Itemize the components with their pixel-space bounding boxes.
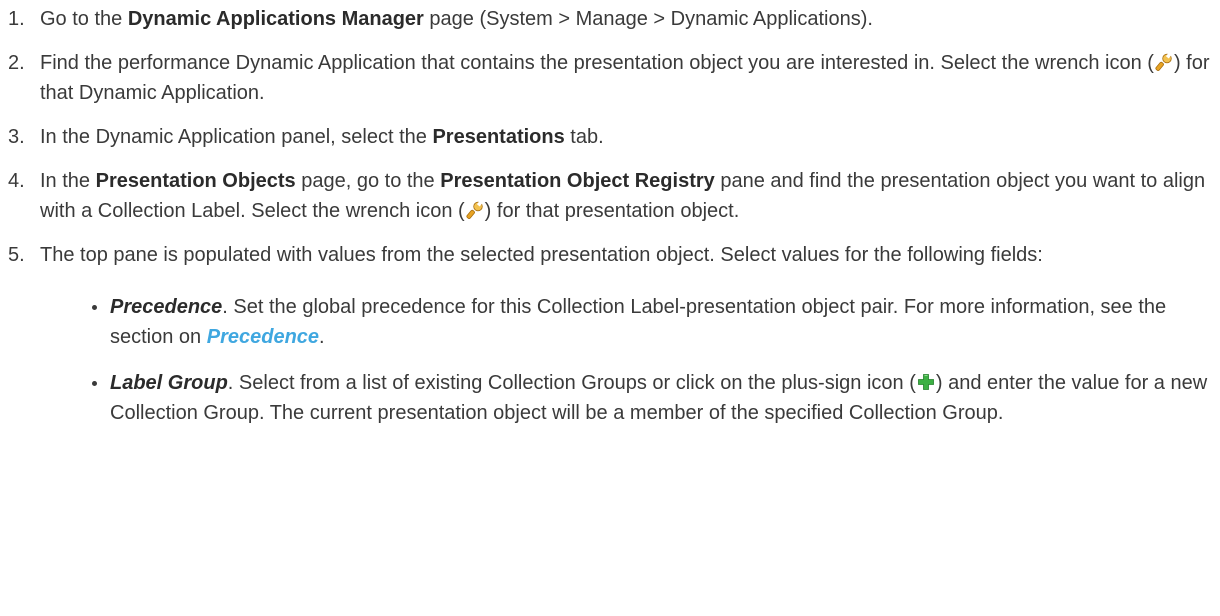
- tab-name: Presentations: [432, 126, 565, 148]
- step-number: 2.: [8, 52, 25, 74]
- step-number: 3.: [8, 126, 25, 148]
- step-2: 2. Find the performance Dynamic Applicat…: [0, 48, 1220, 108]
- step-text: In the Presentation Objects page, go to …: [40, 170, 1206, 222]
- wrench-icon: [1155, 53, 1173, 71]
- field-name: Label Group: [110, 372, 228, 394]
- field-item-label-group: Label Group. Select from a list of exist…: [40, 368, 1220, 428]
- step-5: 5. The top pane is populated with values…: [0, 240, 1220, 428]
- step-3: 3. In the Dynamic Application panel, sel…: [0, 122, 1220, 152]
- field-list: Precedence. Set the global precedence fo…: [40, 292, 1220, 428]
- step-4: 4. In the Presentation Objects page, go …: [0, 166, 1220, 226]
- step-number: 5.: [8, 244, 25, 266]
- pane-name: Presentation Object Registry: [440, 170, 715, 192]
- bullet: [92, 305, 97, 310]
- page-name: Dynamic Applications Manager: [127, 8, 424, 30]
- step-number: 4.: [8, 170, 25, 192]
- field-name: Precedence: [110, 296, 223, 318]
- wrench-icon: [466, 201, 484, 219]
- precedence-link[interactable]: Precedence: [207, 326, 319, 348]
- bullet: [92, 381, 97, 386]
- step-text: Go to the Dynamic Applications Manager p…: [40, 8, 873, 30]
- step-text: Find the performance Dynamic Application…: [40, 52, 1210, 104]
- plus-icon: [917, 373, 935, 391]
- procedure-steps: 1. Go to the Dynamic Applications Manage…: [0, 4, 1220, 428]
- step-number: 1.: [8, 8, 25, 30]
- page-name: Presentation Objects: [95, 170, 296, 192]
- step-1: 1. Go to the Dynamic Applications Manage…: [0, 4, 1220, 34]
- field-item-precedence: Precedence. Set the global precedence fo…: [40, 292, 1220, 352]
- procedure-page: 1. Go to the Dynamic Applications Manage…: [0, 0, 1220, 428]
- step-text: The top pane is populated with values fr…: [40, 244, 1043, 266]
- step-text: In the Dynamic Application panel, select…: [40, 126, 604, 148]
